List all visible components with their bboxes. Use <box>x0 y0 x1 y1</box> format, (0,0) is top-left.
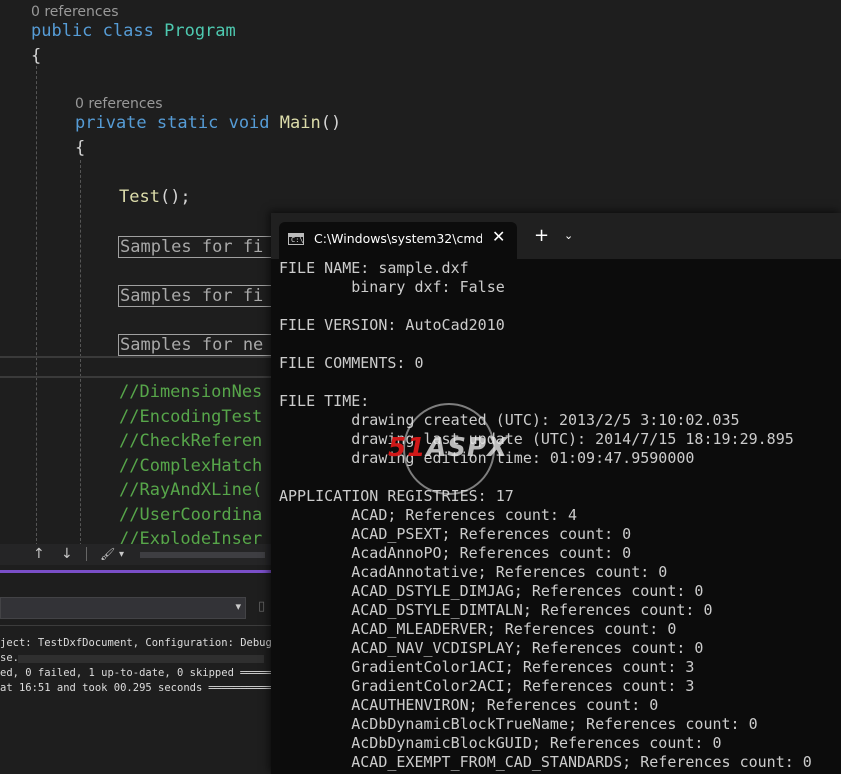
comment-line: //RayAndXLine( <box>119 480 263 500</box>
arrow-up-icon[interactable]: ↑ <box>33 546 45 562</box>
terminal-line: ACAD_DSTYLE_DIMTALN; References count: 0 <box>279 601 713 619</box>
arrow-down-icon[interactable]: ↓ <box>61 546 73 562</box>
new-tab-button[interactable]: + <box>534 227 549 245</box>
terminal-tab[interactable]: C:\ C:\Windows\system32\cmd.e: ✕ <box>279 222 517 259</box>
terminal-line: FILE VERSION: AutoCad2010 <box>279 316 505 334</box>
comment-line: //UserCoordina <box>119 505 263 525</box>
terminal-line: AcadAnnoPO; References count: 0 <box>279 544 632 562</box>
indent-guide <box>80 160 81 546</box>
terminal-line: drawing created (UTC): 2013/2/5 3:10:02.… <box>279 411 740 429</box>
terminal-line: ACAD_NAV_VCDISPLAY; References count: 0 <box>279 639 704 657</box>
terminal-line: drawing edition time: 01:09:47.9590000 <box>279 449 695 467</box>
output-toolbar-icon[interactable]: ▯ <box>258 599 265 614</box>
terminal-output[interactable]: FILE NAME: sample.dxf binary dxf: False … <box>279 259 839 772</box>
output-source-dropdown[interactable]: ▾ <box>0 597 246 619</box>
keyword: class <box>102 21 154 41</box>
brush-icon[interactable]: 🖌 <box>100 547 115 561</box>
comment-line: //EncodingTest <box>119 407 263 427</box>
terminal-line: ACAD_PSEXT; References count: 0 <box>279 525 632 543</box>
horizontal-scrollbar[interactable] <box>140 552 265 558</box>
terminal-line: GradientColor1ACI; References count: 3 <box>279 658 695 676</box>
keyword: public <box>31 21 93 41</box>
comment-line: //DimensionNes <box>119 382 263 402</box>
terminal-line: GradientColor2ACI; References count: 3 <box>279 677 695 695</box>
terminal-line: FILE NAME: sample.dxf <box>279 259 469 277</box>
output-line: ject: TestDxfDocument, Configuration: De… <box>0 637 271 649</box>
indent-guide <box>36 66 37 546</box>
comment-line: //CheckReferen <box>119 431 263 451</box>
terminal-line: ACAUTHENVIRON; References count: 0 <box>279 696 659 714</box>
terminal-line: AcDbDynamicBlockGUID; References count: … <box>279 734 722 752</box>
editor-status-strip: ↑ ↓ 🖌 ▾ <box>0 544 271 565</box>
current-line-highlight <box>0 356 271 378</box>
comment-line: //ComplexHatch <box>119 456 263 476</box>
brace: { <box>31 46 42 66</box>
terminal-line: ACAD_DSTYLE_DIMJAG; References count: 0 <box>279 582 704 600</box>
terminal-line: FILE COMMENTS: 0 <box>279 354 424 372</box>
output-line: ed, 0 failed, 1 up-to-date, 0 skipped ══… <box>0 667 271 679</box>
method-name: Main <box>279 113 321 133</box>
keyword: private <box>75 113 147 133</box>
close-icon[interactable]: ✕ <box>492 228 505 246</box>
terminal-line: FILE TIME: <box>279 392 370 410</box>
punctuation: (); <box>159 187 191 207</box>
keyword: void <box>228 113 270 133</box>
divider <box>0 625 271 626</box>
cmd-icon-label: C:\ <box>291 236 304 244</box>
parens: () <box>320 113 342 133</box>
codelens-main-references[interactable]: 0 references <box>75 96 163 112</box>
method-call: Test <box>119 187 160 207</box>
separator <box>86 547 87 561</box>
codelens-class-references[interactable]: 0 references <box>31 4 119 20</box>
tab-title: C:\Windows\system32\cmd.e: <box>314 231 482 246</box>
class-name: Program <box>164 21 236 41</box>
chevron-down-icon[interactable]: ⌄ <box>564 229 573 242</box>
terminal-line: APPLICATION REGISTRIES: 17 <box>279 487 514 505</box>
terminal-line: AcDbDynamicBlockTrueName; References cou… <box>279 715 758 733</box>
terminal-line: AcadAnnotative; References count: 0 <box>279 563 668 581</box>
terminal-tab-bar: C:\ C:\Windows\system32\cmd.e: ✕ + ⌄ <box>271 213 841 259</box>
test-call: Test(); <box>119 186 191 208</box>
brace: { <box>75 138 86 158</box>
cmd-icon: C:\ <box>288 233 304 245</box>
keyword: static <box>156 113 219 133</box>
terminal-line: binary dxf: False <box>279 278 505 296</box>
terminal-line: ACAD; References count: 4 <box>279 506 578 524</box>
redacted-path <box>18 655 264 663</box>
class-declaration: public class Program <box>31 20 236 42</box>
chevron-down-icon[interactable]: ▾ <box>119 549 124 560</box>
output-line: at 16:51 and took 00.295 seconds ═══════… <box>0 682 271 694</box>
terminal-line: ACAD_MLEADERVER; References count: 0 <box>279 620 677 638</box>
terminal-line: ACAD_EXEMPT_FROM_CAD_STANDARDS; Referenc… <box>279 753 812 771</box>
terminal-line: drawing last update (UTC): 2014/7/15 18:… <box>279 430 794 448</box>
terminal-window[interactable]: C:\ C:\Windows\system32\cmd.e: ✕ + ⌄ FIL… <box>271 213 841 774</box>
main-declaration: private static void Main() <box>75 112 341 134</box>
output-panel: ▾ ▯ ject: TestDxfDocument, Configuration… <box>0 573 271 774</box>
chevron-down-icon: ▾ <box>235 600 241 613</box>
